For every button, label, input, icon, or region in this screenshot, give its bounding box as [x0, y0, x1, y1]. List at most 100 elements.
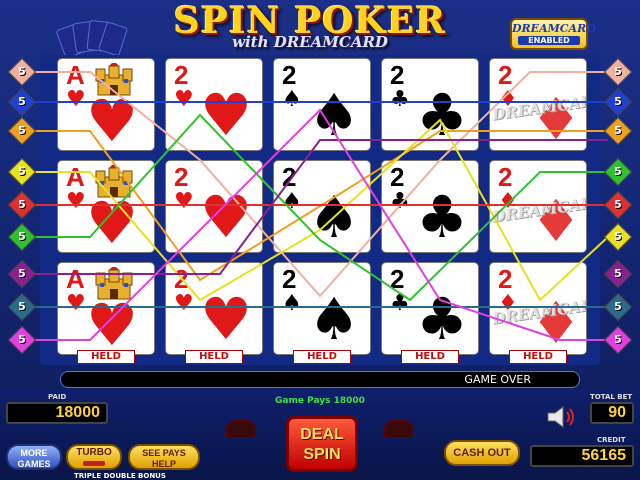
speaker-icon[interactable]	[545, 404, 579, 430]
game-pays-text: Game Pays 18000	[275, 396, 365, 406]
card-suit-small: ♥	[174, 291, 194, 316]
card-suit-large: ♥	[200, 183, 252, 251]
card-r2-c2[interactable]: 2 ♥ ♥	[165, 160, 263, 253]
credit-meter: 56165	[530, 445, 634, 467]
card-r3-c4[interactable]: 2 ♣ ♣	[381, 262, 479, 355]
turbo-indicator	[83, 461, 105, 466]
card-r2-c1[interactable]: A ♥ ♥	[57, 160, 155, 253]
deal-left-tab	[226, 420, 256, 438]
card-rank: 2	[390, 162, 405, 192]
card-rank: 2	[390, 264, 405, 294]
payline-bet-label: 5	[614, 198, 622, 211]
card-rank: 2	[174, 60, 189, 90]
card-r2-c5[interactable]: 2 ♦ ♦ DREAMCARD	[489, 160, 587, 253]
more-games-button[interactable]: MORE GAMES	[6, 444, 62, 470]
card-suit-large: ♣	[416, 183, 468, 251]
game-screen: SPIN POKER with DREAMCARD DREAMCARD ENAB…	[0, 0, 640, 480]
paid-meter: 18000	[6, 402, 108, 424]
card-r2-c4[interactable]: 2 ♣ ♣	[381, 160, 479, 253]
payline-bet-label: 5	[18, 230, 26, 243]
card-rank: A	[66, 60, 85, 90]
payline-bet-label: 5	[614, 333, 622, 346]
turbo-button[interactable]: TURBO	[66, 444, 122, 470]
card-suit-small: ♣	[390, 87, 410, 112]
card-rank: 2	[498, 162, 513, 192]
card-suit-small: ♠	[282, 189, 302, 214]
deal-right-tab	[384, 420, 414, 438]
card-suit-large: ♠	[308, 81, 360, 149]
total-bet-meter: 90	[590, 402, 634, 424]
paid-caption: PAID	[48, 393, 67, 401]
badge-line1: DREAMCARD	[512, 22, 596, 35]
badge-line2: ENABLED	[518, 36, 580, 45]
card-suit-small: ♣	[390, 291, 410, 316]
card-suit-small: ♥	[174, 189, 194, 214]
status-bar: GAME OVER	[60, 371, 580, 388]
held-label-2[interactable]: HELD	[185, 350, 243, 364]
see-pays-help-button[interactable]: SEE PAYS HELP	[128, 444, 200, 470]
card-rank: 2	[282, 264, 297, 294]
game-subtitle: with DREAMCARD	[232, 33, 388, 51]
card-suit-large: ♥	[200, 81, 252, 149]
total-bet-caption: TOTAL BET	[590, 393, 633, 401]
card-r3-c1[interactable]: A ♥ ♥	[57, 262, 155, 355]
card-r3-c2[interactable]: 2 ♥ ♥	[165, 262, 263, 355]
payline-bet-label: 5	[18, 124, 26, 137]
card-suit-large: ♠	[308, 285, 360, 353]
held-label-1[interactable]: HELD	[77, 350, 135, 364]
card-suit-large: ♥	[86, 189, 138, 253]
card-r1-c4[interactable]: 2 ♣ ♣	[381, 58, 479, 151]
held-label-5[interactable]: HELD	[509, 350, 567, 364]
dreamcard-enabled-badge: DREAMCARD ENABLED	[510, 18, 596, 50]
payline-bet-label: 5	[18, 65, 26, 78]
control-panel: Game Pays 18000 PAID 18000 TOTAL BET 90 …	[0, 390, 640, 480]
status-message: GAME OVER	[464, 373, 531, 386]
card-rank: 2	[174, 162, 189, 192]
held-label-3[interactable]: HELD	[293, 350, 351, 364]
card-suit-small: ♥	[66, 87, 86, 112]
card-r3-c5[interactable]: 2 ♦ ♦ DREAMCARD	[489, 262, 587, 355]
card-r1-c1[interactable]: A ♥ ♥	[57, 58, 155, 151]
payline-bet-label: 5	[614, 267, 622, 280]
card-suit-small: ♠	[282, 291, 302, 316]
card-suit-large: ♣	[416, 81, 468, 149]
card-suit-small: ♣	[390, 189, 410, 214]
credit-caption: CREDIT	[597, 436, 626, 444]
card-rank: A	[66, 264, 85, 294]
card-suit-large: ♣	[416, 285, 468, 353]
payline-bet-label: 5	[614, 65, 622, 78]
held-label-4[interactable]: HELD	[401, 350, 459, 364]
card-r2-c3[interactable]: 2 ♠ ♠	[273, 160, 371, 253]
card-suit-large: ♥	[86, 291, 138, 355]
card-suit-large: ♥	[200, 285, 252, 353]
card-rank: 2	[498, 264, 513, 294]
card-suit-small: ♥	[66, 291, 86, 316]
card-rank: A	[66, 162, 85, 192]
game-variant-name: TRIPLE DOUBLE BONUS	[74, 472, 166, 480]
card-r1-c3[interactable]: 2 ♠ ♠	[273, 58, 371, 151]
payline-bet-label: 5	[18, 198, 26, 211]
payline-bet-label: 5	[18, 267, 26, 280]
deal-spin-button[interactable]: DEAL SPIN	[286, 416, 358, 472]
card-suit-small: ♥	[66, 189, 86, 214]
payline-bet-label: 5	[614, 165, 622, 178]
card-suit-large: ♠	[308, 183, 360, 251]
payline-bet-label: 5	[18, 95, 26, 108]
card-rank: 2	[390, 60, 405, 90]
payline-bet-label: 5	[614, 230, 622, 243]
turbo-label: TURBO	[76, 447, 112, 458]
cash-out-button[interactable]: CASH OUT	[444, 440, 520, 466]
payline-bet-label: 5	[614, 95, 622, 108]
card-r1-c2[interactable]: 2 ♥ ♥	[165, 58, 263, 151]
card-suit-small: ♠	[282, 87, 302, 112]
payline-bet-label: 5	[18, 300, 26, 313]
payline-bet-label: 5	[614, 124, 622, 137]
card-rank: 2	[282, 60, 297, 90]
card-rank: 2	[174, 264, 189, 294]
card-rank: 2	[498, 60, 513, 90]
payline-bet-label: 5	[614, 300, 622, 313]
card-r1-c5[interactable]: 2 ♦ ♦ DREAMCARD	[489, 58, 587, 151]
card-r3-c3[interactable]: 2 ♠ ♠	[273, 262, 371, 355]
card-rank: 2	[282, 162, 297, 192]
card-suit-large: ♥	[86, 87, 138, 151]
